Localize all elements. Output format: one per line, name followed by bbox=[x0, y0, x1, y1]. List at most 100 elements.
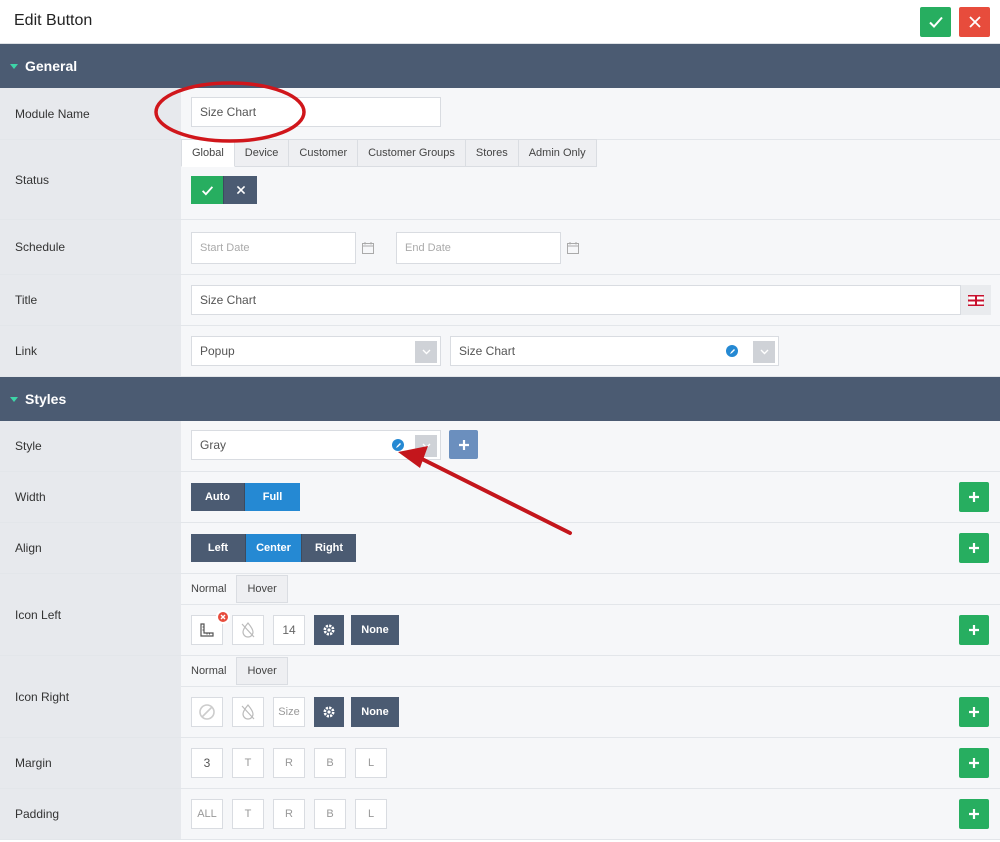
caret-down-icon bbox=[10, 397, 18, 402]
title-input[interactable]: Size Chart bbox=[191, 285, 961, 315]
tab-hover[interactable]: Hover bbox=[236, 657, 288, 685]
field-label: Title bbox=[0, 275, 181, 325]
width-full-button[interactable]: Full bbox=[245, 483, 300, 511]
status-toggle bbox=[191, 176, 257, 204]
plus-icon bbox=[969, 809, 979, 819]
row-style: Style Gray bbox=[0, 421, 1000, 472]
margin-bottom-input[interactable]: B bbox=[314, 748, 346, 778]
icon-right-size-input[interactable]: Size bbox=[273, 697, 305, 727]
field-label: Status bbox=[0, 140, 181, 219]
icon-left-color-picker[interactable] bbox=[232, 615, 264, 645]
row-status: Status Global Device Customer Customer G… bbox=[0, 139, 1000, 220]
row-width: Width Auto Full bbox=[0, 472, 1000, 523]
icon-right-settings-button[interactable] bbox=[314, 697, 344, 727]
row-icon-right: Icon Right Normal Hover Size None bbox=[0, 656, 1000, 738]
field-label: Style bbox=[0, 421, 181, 471]
row-module-name: Module Name Size Chart bbox=[0, 88, 1000, 140]
check-icon bbox=[928, 16, 943, 28]
icon-left-position-button[interactable]: None bbox=[351, 615, 399, 645]
padding-bottom-input[interactable]: B bbox=[314, 799, 346, 829]
padding-left-input[interactable]: L bbox=[355, 799, 387, 829]
dialog-title: Edit Button bbox=[14, 12, 93, 29]
add-width-button[interactable] bbox=[959, 482, 989, 512]
language-flag-button[interactable] bbox=[961, 285, 991, 315]
plus-icon bbox=[969, 543, 979, 553]
style-value: Gray bbox=[200, 438, 227, 452]
tab-normal[interactable]: Normal bbox=[181, 657, 236, 685]
close-button[interactable] bbox=[959, 7, 990, 37]
ban-icon bbox=[199, 704, 215, 720]
field-label: Icon Right bbox=[0, 656, 181, 737]
no-color-icon bbox=[241, 622, 255, 638]
status-disable-button[interactable] bbox=[224, 176, 257, 204]
icon-right-color-picker[interactable] bbox=[232, 697, 264, 727]
margin-all-input[interactable]: 3 bbox=[191, 748, 223, 778]
gear-icon bbox=[323, 624, 335, 636]
status-tabs: Global Device Customer Customer Groups S… bbox=[181, 139, 597, 167]
icon-left-tabs: Normal Hover bbox=[181, 575, 288, 603]
add-margin-button[interactable] bbox=[959, 748, 989, 778]
status-enable-button[interactable] bbox=[191, 176, 224, 204]
style-select[interactable]: Gray bbox=[191, 430, 441, 460]
icon-left-size-input[interactable]: 14 bbox=[273, 615, 305, 645]
tab-admin-only[interactable]: Admin Only bbox=[518, 139, 597, 167]
edit-icon[interactable] bbox=[726, 345, 738, 357]
section-general[interactable]: General bbox=[0, 44, 1000, 88]
tab-customer-groups[interactable]: Customer Groups bbox=[358, 139, 466, 167]
width-auto-button[interactable]: Auto bbox=[191, 483, 245, 511]
save-button[interactable] bbox=[920, 7, 951, 37]
tab-global[interactable]: Global bbox=[181, 139, 235, 167]
caret-down-icon bbox=[10, 64, 18, 69]
plus-icon bbox=[969, 758, 979, 768]
padding-all-input[interactable]: ALL bbox=[191, 799, 223, 829]
tab-hover[interactable]: Hover bbox=[236, 575, 288, 603]
add-padding-button[interactable] bbox=[959, 799, 989, 829]
section-styles[interactable]: Styles bbox=[0, 377, 1000, 421]
add-align-button[interactable] bbox=[959, 533, 989, 563]
tab-normal[interactable]: Normal bbox=[181, 575, 236, 603]
tab-device[interactable]: Device bbox=[234, 139, 290, 167]
start-date-input[interactable]: Start Date bbox=[191, 232, 356, 264]
padding-top-input[interactable]: T bbox=[232, 799, 264, 829]
add-icon-left-button[interactable] bbox=[959, 615, 989, 645]
field-label: Margin bbox=[0, 738, 181, 788]
tab-stores[interactable]: Stores bbox=[465, 139, 519, 167]
icon-right-position-button[interactable]: None bbox=[351, 697, 399, 727]
margin-top-input[interactable]: T bbox=[232, 748, 264, 778]
row-icon-left: Icon Left Normal Hover 14 None bbox=[0, 574, 1000, 656]
section-title: Styles bbox=[25, 391, 67, 407]
align-left-button[interactable]: Left bbox=[191, 534, 246, 562]
link-type-select[interactable]: Popup bbox=[191, 336, 441, 366]
field-label: Padding bbox=[0, 789, 181, 839]
field-label: Link bbox=[0, 326, 181, 376]
module-name-input[interactable]: Size Chart bbox=[191, 97, 441, 127]
padding-right-input[interactable]: R bbox=[273, 799, 305, 829]
calendar-icon[interactable] bbox=[362, 242, 374, 254]
calendar-icon[interactable] bbox=[567, 242, 579, 254]
gear-icon bbox=[323, 706, 335, 718]
add-icon-right-button[interactable] bbox=[959, 697, 989, 727]
link-type-value: Popup bbox=[200, 344, 235, 358]
chevron-down-icon bbox=[753, 341, 775, 363]
link-target-select[interactable]: Size Chart bbox=[450, 336, 779, 366]
plus-icon bbox=[969, 625, 979, 635]
end-date-input[interactable]: End Date bbox=[396, 232, 561, 264]
tab-customer[interactable]: Customer bbox=[289, 139, 359, 167]
icon-right-picker[interactable] bbox=[191, 697, 223, 727]
add-style-button[interactable] bbox=[449, 430, 478, 459]
remove-icon[interactable] bbox=[216, 610, 230, 624]
align-right-button[interactable]: Right bbox=[302, 534, 356, 562]
margin-right-input[interactable]: R bbox=[273, 748, 305, 778]
icon-right-tabs: Normal Hover bbox=[181, 657, 288, 685]
link-target-value: Size Chart bbox=[459, 344, 516, 358]
field-label: Module Name bbox=[0, 88, 181, 139]
row-align: Align Left Center Right bbox=[0, 523, 1000, 574]
margin-left-input[interactable]: L bbox=[355, 748, 387, 778]
icon-left-settings-button[interactable] bbox=[314, 615, 344, 645]
align-center-button[interactable]: Center bbox=[246, 534, 302, 562]
close-icon bbox=[968, 16, 981, 28]
field-label: Align bbox=[0, 523, 181, 573]
icon-left-picker[interactable] bbox=[191, 610, 230, 645]
edit-icon[interactable] bbox=[392, 439, 404, 451]
field-label: Width bbox=[0, 472, 181, 522]
